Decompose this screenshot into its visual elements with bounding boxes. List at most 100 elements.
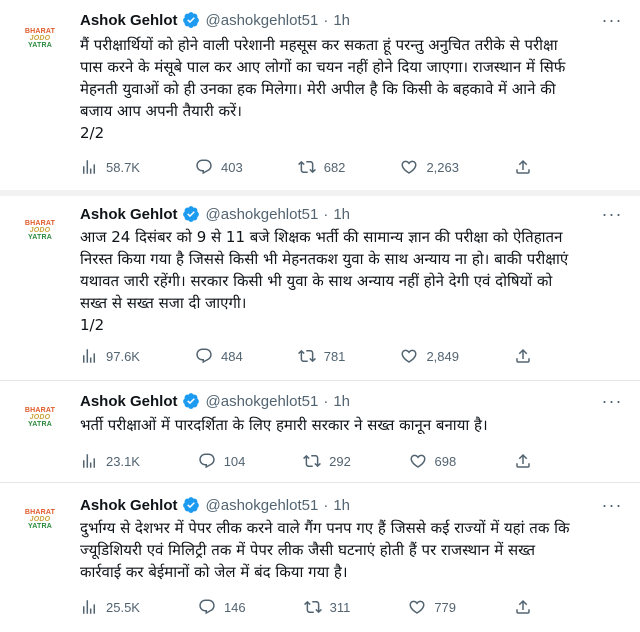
tweet-actions: 97.6K 484 781 2,849 [80, 344, 540, 368]
reply-button[interactable]: 484 [195, 347, 243, 365]
tweet-actions: 58.7K 403 682 2,263 [80, 155, 540, 179]
reply-button[interactable]: 146 [198, 598, 246, 616]
views-count: 23.1K [106, 453, 140, 469]
author-handle[interactable]: @ashokgehlot51 [206, 12, 319, 29]
views-button[interactable]: 25.5K [80, 598, 140, 616]
heart-icon [409, 600, 425, 614]
author-name[interactable]: Ashok Gehlot [80, 497, 178, 514]
like-button[interactable]: 698 [409, 452, 456, 470]
share-icon [516, 348, 530, 363]
tweet-header: Ashok Gehlot @ashokgehlot51 · 1h ··· [80, 202, 626, 226]
avatar[interactable]: BHARAT JODO YATRA [16, 393, 64, 441]
tweet-line: 2/2 [80, 124, 105, 142]
tweet-line: आज 24 दिसंबर को 9 से 11 बजे शिक्षक भर्ती… [80, 228, 563, 246]
tweet-actions: 25.5K 146 311 779 [80, 595, 540, 619]
retweet-icon [297, 349, 316, 363]
reply-bubble-icon [199, 599, 215, 615]
retweet-button[interactable]: 781 [297, 347, 346, 365]
tweet-card[interactable]: BHARAT JODO YATRA Ashok Gehlot @ashokgeh… [0, 482, 640, 632]
retweet-count: 682 [323, 159, 346, 175]
views-chart-icon [83, 600, 95, 614]
tweet-line: ज्यूडिशियरी एवं मिलिट्री तक में पेपर लीक… [80, 541, 536, 559]
tweet-line: भर्ती परीक्षाओं में पारदर्शिता के लिए हम… [80, 416, 488, 434]
reply-count: 146 [223, 599, 246, 615]
views-button[interactable]: 97.6K [80, 347, 140, 365]
like-count: 2,849 [426, 348, 459, 364]
author-handle[interactable]: @ashokgehlot51 [206, 206, 319, 223]
reply-bubble-icon [199, 453, 215, 469]
tweet-line: पास करने के मंसूबे पाल कर आए लोगों का चय… [80, 58, 566, 76]
share-icon [516, 599, 530, 614]
tweet-card[interactable]: BHARAT JODO YATRA Ashok Gehlot @ashokgeh… [0, 380, 640, 483]
tweet-feed: BHARAT JODO YATRA Ashok Gehlot @ashokgeh… [0, 0, 640, 632]
like-button[interactable]: 2,263 [400, 158, 459, 176]
heart-icon [410, 454, 426, 468]
tweet-line: कार्रवाई कर बेईमानों को जेल में बंद किया… [80, 563, 348, 581]
tweet-card[interactable]: BHARAT JODO YATRA Ashok Gehlot @ashokgeh… [0, 0, 640, 190]
tweet-line: सख्त से सख्त सजा दी जाएगी। [80, 294, 247, 312]
avatar-line: JODO [29, 515, 51, 523]
author-name[interactable]: Ashok Gehlot [80, 12, 178, 29]
tweet-line: बजाय आप अपनी तैयारी करें। [80, 102, 242, 120]
avatar-line: YATRA [28, 41, 52, 49]
reply-bubble-icon [196, 348, 212, 364]
author-name[interactable]: Ashok Gehlot [80, 206, 178, 223]
retweet-count: 781 [323, 348, 346, 364]
verified-badge-icon [182, 206, 199, 222]
tweet-header: Ashok Gehlot @ashokgehlot51 · 1h ··· [80, 389, 626, 413]
more-options-icon[interactable]: ··· [598, 493, 626, 517]
timestamp[interactable]: 1h [333, 206, 350, 223]
more-options-icon[interactable]: ··· [598, 389, 626, 413]
author-name[interactable]: Ashok Gehlot [80, 393, 178, 410]
avatar[interactable]: BHARAT JODO YATRA [16, 206, 64, 254]
tweet-line: मेहनती युवाओं को ही उनका हक मिलेगा। मेरी… [80, 80, 556, 98]
views-button[interactable]: 23.1K [80, 452, 140, 470]
share-button[interactable] [514, 158, 540, 176]
avatar-line: YATRA [28, 522, 52, 530]
like-count: 2,263 [426, 159, 459, 175]
retweet-button[interactable]: 292 [303, 452, 351, 470]
avatar-line: JODO [29, 226, 51, 234]
avatar-line: BHARAT [24, 219, 56, 227]
author-handle[interactable]: @ashokgehlot51 [206, 393, 319, 410]
more-options-icon[interactable]: ··· [598, 8, 626, 32]
retweet-icon [303, 600, 322, 614]
timestamp[interactable]: 1h [333, 12, 350, 29]
views-chart-icon [83, 349, 95, 363]
heart-icon [401, 349, 417, 363]
views-button[interactable]: 58.7K [80, 158, 140, 176]
tweet-line: यथावत जारी रहेंगी। सरकार किसी भी युवा के… [80, 272, 553, 290]
views-count: 25.5K [106, 599, 140, 615]
verified-badge-icon [182, 12, 199, 28]
tweet-text: भर्ती परीक्षाओं में पारदर्शिता के लिए हम… [80, 414, 628, 436]
timestamp[interactable]: 1h [333, 497, 350, 514]
avatar-line: YATRA [28, 420, 52, 428]
author-handle[interactable]: @ashokgehlot51 [206, 497, 319, 514]
like-button[interactable]: 779 [408, 598, 456, 616]
avatar-line: JODO [29, 413, 51, 421]
retweet-button[interactable]: 682 [297, 158, 346, 176]
tweet-card[interactable]: BHARAT JODO YATRA Ashok Gehlot @ashokgeh… [0, 196, 640, 380]
avatar-line: BHARAT [24, 406, 56, 414]
reply-button[interactable]: 104 [198, 452, 245, 470]
retweet-icon [303, 454, 322, 468]
avatar[interactable]: BHARAT JODO YATRA [16, 495, 64, 543]
share-icon [516, 159, 530, 174]
share-button[interactable] [514, 598, 540, 616]
share-button[interactable] [514, 452, 540, 470]
avatar[interactable]: BHARAT JODO YATRA [16, 14, 64, 62]
tweet-line: 1/2 [80, 316, 105, 334]
avatar-line: YATRA [28, 233, 52, 241]
views-count: 58.7K [106, 159, 140, 175]
tweet-header: Ashok Gehlot @ashokgehlot51 · 1h ··· [80, 493, 626, 517]
tweet-line: मैं परीक्षार्थियों को होने वाली परेशानी … [80, 36, 558, 54]
timestamp[interactable]: 1h [333, 393, 350, 410]
share-button[interactable] [514, 347, 540, 365]
retweet-button[interactable]: 311 [303, 598, 350, 616]
tweet-text: दुर्भाग्य से देशभर में पेपर लीक करने वाल… [80, 517, 628, 583]
separator-dot: · [323, 392, 329, 410]
reply-bubble-icon [196, 159, 212, 175]
reply-button[interactable]: 403 [195, 158, 243, 176]
like-button[interactable]: 2,849 [400, 347, 459, 365]
more-options-icon[interactable]: ··· [598, 202, 626, 226]
